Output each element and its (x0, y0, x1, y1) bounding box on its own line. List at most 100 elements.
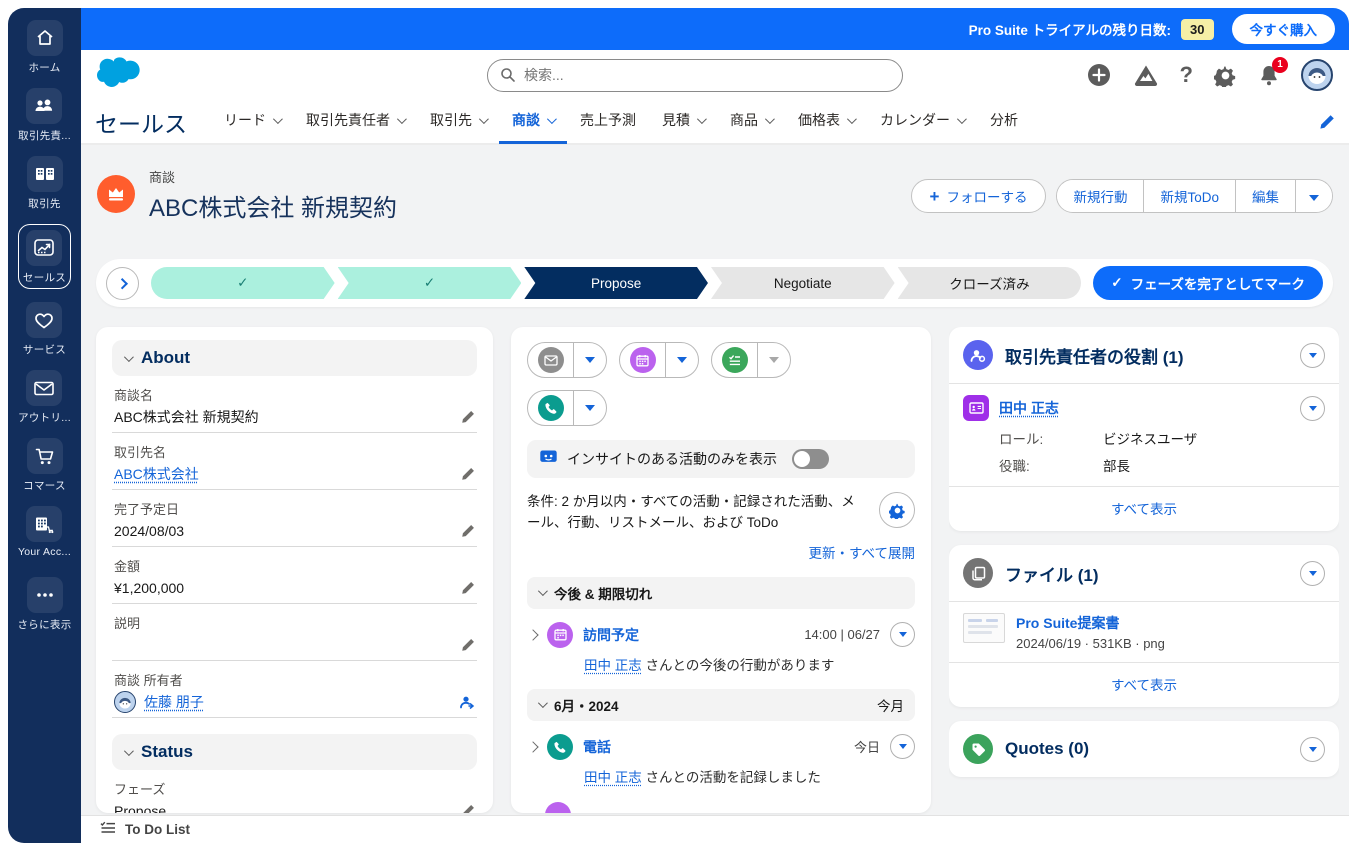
account-link[interactable]: ABC株式会社 (114, 464, 199, 484)
stage-propose[interactable]: Propose (524, 267, 708, 299)
activity-title-link[interactable]: 電話 (583, 737, 611, 757)
activity-dropdown-button[interactable] (890, 734, 915, 760)
buy-now-button[interactable]: 今すぐ購入 (1231, 14, 1335, 44)
activity-title-link[interactable]: 訪問予定 (583, 625, 639, 645)
record-header: 商談 ABC株式会社 新規契約 + フォローする 新規行動 新規ToDo 編集 (96, 167, 1333, 245)
event-icon (629, 347, 656, 373)
chevron-right-icon (116, 278, 128, 290)
expand-chevron-icon[interactable] (527, 741, 539, 753)
view-all-link[interactable]: すべて表示 (1111, 678, 1177, 693)
month-section-header[interactable]: 6月・2024 今月 (527, 688, 915, 721)
trial-days-label: Pro Suite トライアルの残り日数: (968, 23, 1172, 38)
tab-quotes[interactable]: 見積 (649, 99, 717, 144)
edit-pencil-icon[interactable] (461, 467, 475, 481)
edit-button[interactable]: 編集 (1236, 180, 1296, 212)
follow-button[interactable]: + フォローする (910, 179, 1047, 213)
refresh-expand-link[interactable]: 更新・すべて展開 (808, 546, 915, 561)
upcoming-overdue-header[interactable]: 今後 & 期限切れ (527, 576, 915, 609)
sidebar-item-accounts[interactable]: 取引先 (26, 156, 63, 211)
contact-name-link[interactable]: 田中 正志 (999, 398, 1059, 418)
sidebar-item-sales[interactable]: セールス (17, 224, 72, 289)
more-actions-dropdown[interactable] (1296, 180, 1332, 212)
contact-card-icon (963, 395, 989, 421)
stage-complete-2[interactable]: ✓ (338, 267, 522, 299)
sidebar-item-contacts[interactable]: 取引先責... (18, 88, 71, 143)
insights-toggle[interactable] (792, 449, 829, 469)
sidebar-item-home[interactable]: ホーム (26, 20, 63, 75)
user-avatar[interactable] (1301, 59, 1333, 91)
stage-negotiate[interactable]: Negotiate (711, 267, 895, 299)
new-event-button[interactable] (620, 347, 665, 373)
edit-pencil-icon[interactable] (461, 581, 475, 595)
tab-contacts[interactable]: 取引先責任者 (293, 99, 417, 144)
edit-pencil-icon[interactable] (461, 804, 475, 813)
expand-chevron-icon[interactable] (527, 629, 539, 641)
row-dropdown-button[interactable] (1300, 395, 1325, 421)
chevron-down-icon (546, 113, 557, 124)
edit-nav-pencil-icon[interactable] (1319, 114, 1335, 130)
mark-stage-complete-button[interactable]: ✓ フェーズを完了としてマーク (1093, 266, 1323, 300)
activity-item-partial (545, 801, 915, 813)
card-dropdown-button[interactable] (1300, 560, 1325, 586)
chevron-down-icon (956, 113, 967, 124)
record-title: ABC株式会社 新規契約 (149, 195, 398, 222)
home-icon (26, 20, 63, 56)
owner-avatar (114, 691, 136, 713)
tab-pricebooks[interactable]: 価格表 (785, 99, 867, 144)
sidebar-item-outreach[interactable]: アウトリ... (18, 370, 71, 425)
tab-calendar[interactable]: カレンダー (867, 99, 977, 144)
email-caret-button[interactable] (573, 343, 606, 377)
field-owner: 商談 所有者 佐藤 朋子 (112, 661, 477, 718)
trailhead-icon[interactable] (1133, 63, 1159, 87)
tab-accounts[interactable]: 取引先 (417, 99, 499, 144)
edit-pencil-icon[interactable] (461, 638, 475, 652)
file-name-link[interactable]: Pro Suite提案書 (1016, 615, 1119, 631)
stage-closed[interactable]: クローズ済み (897, 267, 1082, 299)
change-owner-icon[interactable] (459, 695, 475, 710)
stage-complete-1[interactable]: ✓ (151, 267, 335, 299)
activity-composer (527, 342, 857, 426)
tab-analytics[interactable]: 分析 (977, 99, 1031, 144)
tab-leads[interactable]: リード (211, 99, 293, 144)
new-todo-button[interactable]: 新規ToDo (1144, 180, 1236, 212)
todo-list-label[interactable]: To Do List (125, 822, 190, 837)
owner-link[interactable]: 佐藤 朋子 (144, 692, 204, 712)
status-section-header[interactable]: Status (112, 734, 477, 770)
field-account-name: 取引先名 ABC株式会社 (112, 433, 477, 490)
edit-pencil-icon[interactable] (461, 524, 475, 538)
record-titles: 商談 ABC株式会社 新規契約 (149, 167, 397, 223)
event-caret-button[interactable] (665, 343, 698, 377)
tab-forecasts[interactable]: 売上予測 (567, 99, 649, 144)
path-expand-button[interactable] (106, 266, 139, 300)
setup-gear-icon[interactable] (1214, 64, 1237, 87)
about-section-header[interactable]: About (112, 340, 477, 376)
notifications-bell-icon[interactable]: 1 (1258, 56, 1288, 87)
view-all-link[interactable]: すべて表示 (1111, 502, 1177, 517)
call-caret-button[interactable] (573, 391, 606, 425)
card-dropdown-button[interactable] (1300, 736, 1325, 762)
search-input[interactable] (487, 58, 903, 92)
contact-roles-icon (963, 340, 993, 370)
card-dropdown-button[interactable] (1300, 342, 1325, 368)
file-thumbnail[interactable] (963, 613, 1005, 643)
edit-pencil-icon[interactable] (461, 410, 475, 424)
sidebar-item-more[interactable]: さらに表示 (18, 577, 72, 632)
log-call-button[interactable] (528, 395, 573, 421)
contact-link[interactable]: 田中 正志 (584, 658, 642, 673)
new-event-button[interactable]: 新規行動 (1057, 180, 1145, 212)
activity-settings-button[interactable] (879, 492, 915, 528)
contact-link[interactable]: 田中 正志 (584, 770, 642, 785)
insights-filter-bar: インサイトのある活動のみを表示 (527, 440, 915, 478)
new-task-button[interactable] (712, 347, 757, 373)
sidebar-item-service[interactable]: サービス (23, 302, 66, 357)
add-button[interactable] (1086, 62, 1112, 88)
caret-down-icon (898, 744, 907, 750)
tab-products[interactable]: 商品 (717, 99, 785, 144)
help-icon[interactable]: ? (1180, 62, 1193, 88)
sidebar-item-your-account[interactable]: Your Acc... (18, 506, 71, 558)
email-button[interactable] (528, 347, 573, 373)
activity-dropdown-button[interactable] (890, 622, 915, 648)
tab-opportunities[interactable]: 商談 (499, 99, 567, 144)
toggle-knob (794, 451, 810, 467)
sidebar-item-commerce[interactable]: コマース (23, 438, 66, 493)
